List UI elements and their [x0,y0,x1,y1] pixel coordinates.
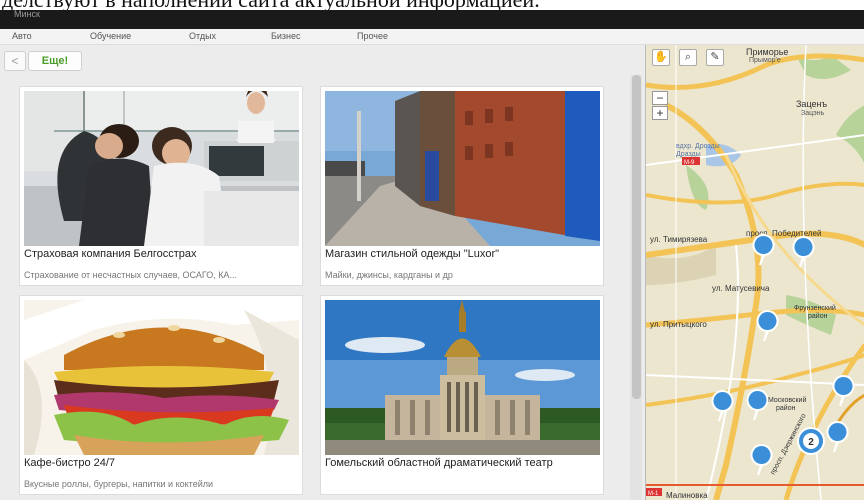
map-panel[interactable]: ✋ ⌕ ✎ − + Приморье Прымор'е Заценъ Зацэн… [645,45,864,500]
map-pin-icon[interactable] [826,421,849,453]
map-pin-icon[interactable] [746,389,769,421]
map-pin-icon[interactable] [711,390,734,422]
business-card-insurance[interactable]: Страховая компания Белгосстрах Страхован… [19,86,303,286]
map-pin-icon[interactable] [792,236,815,268]
map-cluster-marker[interactable]: 2 [797,427,825,455]
back-button[interactable]: < [4,51,26,71]
more-button[interactable]: Еще! [28,51,82,71]
card-title: Страховая компания Белгосстрах [24,248,197,260]
card-description: Вкусные роллы, бургеры, напитки и коктей… [24,479,214,489]
card-description: Страхование от несчастных случаев, ОСАГО… [24,270,237,280]
map-pin-icon[interactable] [756,310,779,342]
caption-text: делствуют в наполнении сайта актуальной … [2,0,540,10]
card-title: Магазин стильной одежды "Luxor" [325,248,500,260]
card-title: Кафе-бистро 24/7 [24,457,116,469]
card-photo-burger [24,300,299,455]
listing-panel: < Еще! Страховая компания Белгосстрах Ст… [0,45,645,500]
scrollbar-thumb[interactable] [632,75,641,399]
map-pin-icon[interactable] [752,234,775,266]
business-card-cafe[interactable]: Кафе-бистро 24/7 Вкусные роллы, бургеры,… [19,295,303,495]
nav-item-auto[interactable]: Авто [12,31,32,41]
card-description: Майки, джинсы, кардганы и др [325,270,453,280]
top-caption: делствуют в наполнении сайта актуальной … [0,0,864,10]
nav-item-leisure[interactable]: Отдых [189,31,216,41]
card-photo-office [24,91,299,246]
map-pin-icon[interactable] [832,375,855,407]
nav-item-education[interactable]: Обучение [90,31,131,41]
card-title: Гомельский областной драматический театр [325,457,553,469]
map-markers-layer: 2 [711,234,855,476]
city-label[interactable]: Минск [14,9,40,19]
category-nav: Авто Обучение Отдых Бизнес Прочее [0,29,864,45]
card-photo-street [325,91,600,246]
business-card-theatre[interactable]: Гомельский областной драматический театр [320,295,604,495]
card-photo-theatre [325,300,600,455]
nav-item-business[interactable]: Бизнес [271,31,301,41]
cluster-count: 2 [808,437,814,448]
business-card-luxor[interactable]: Магазин стильной одежды "Luxor" Майки, д… [320,86,604,286]
top-bar: Минск [0,9,864,29]
nav-item-other[interactable]: Прочее [357,31,388,41]
map-pin-icon[interactable] [750,444,773,476]
